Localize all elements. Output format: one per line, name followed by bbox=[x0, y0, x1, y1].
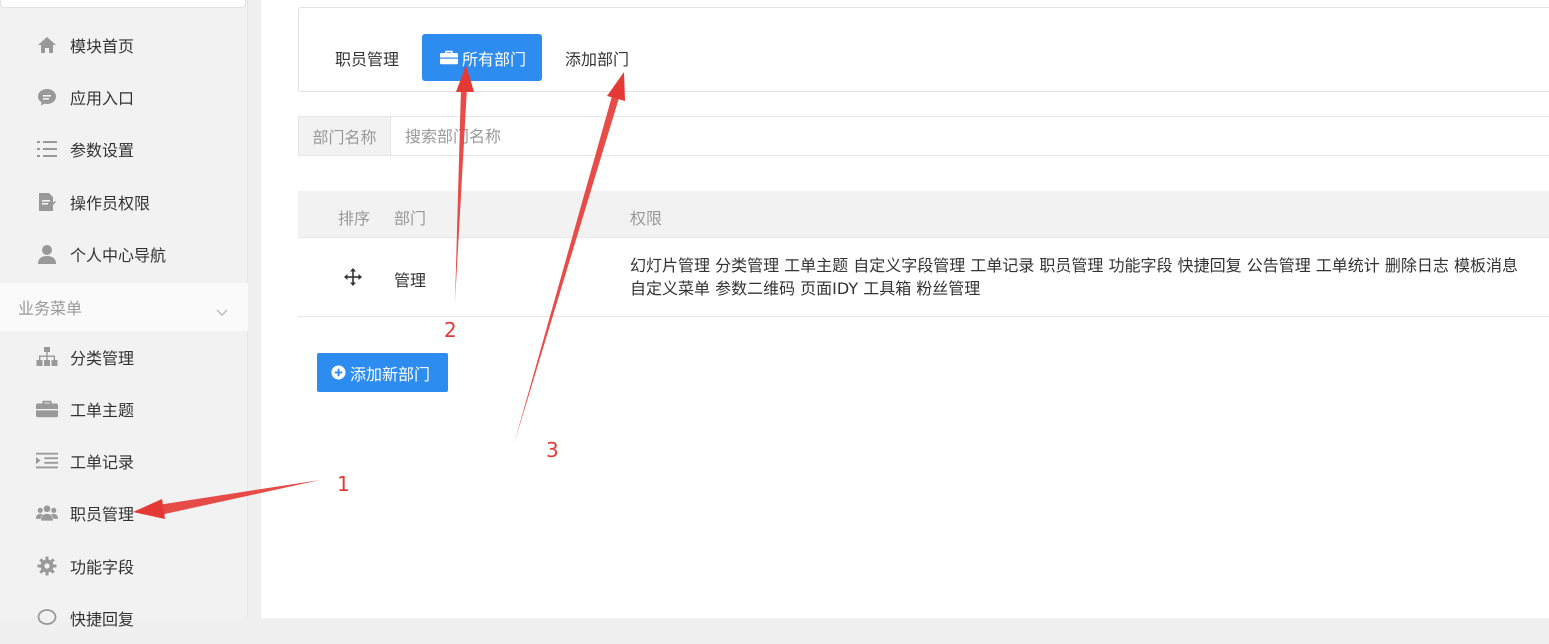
add-department-label: 添加新部门 bbox=[350, 364, 431, 384]
department-permissions: 幻灯片管理 分类管理 工单主题 自定义字段管理 工单记录 职员管理 功能字段 快… bbox=[630, 256, 1518, 298]
list-icon bbox=[36, 138, 58, 160]
sidebar-item-label: 职员管理 bbox=[70, 505, 135, 524]
sidebar-item-label: 工单记录 bbox=[70, 453, 135, 472]
document-edit-icon bbox=[36, 191, 58, 213]
sidebar-item-label: 快捷回复 bbox=[70, 610, 135, 629]
annotation-number-2: 2 bbox=[444, 318, 457, 342]
search-label: 部门名称 bbox=[299, 117, 391, 155]
sidebar-item-params[interactable]: 参数设置 bbox=[0, 123, 248, 175]
sidebar-group-business-menu[interactable]: 业务菜单 bbox=[0, 283, 248, 331]
chat-bubble-icon bbox=[36, 86, 58, 108]
sidebar-top-field[interactable] bbox=[0, 0, 246, 8]
tab-add-department[interactable]: 添加部门 bbox=[565, 34, 629, 81]
sidebar-item-label: 操作员权限 bbox=[70, 194, 151, 213]
sidebar: 模块首页 应用入口 参数设置 操作员权限 个人中心导航 业务菜单 分类管理 工单… bbox=[0, 0, 248, 629]
sidebar-item-label: 功能字段 bbox=[70, 558, 135, 577]
sidebar-item-ticket-topic[interactable]: 工单主题 bbox=[0, 383, 248, 435]
briefcase-icon bbox=[440, 50, 458, 65]
table-row: 管理 幻灯片管理 分类管理 工单主题 自定义字段管理 工单记录 职员管理 功能字… bbox=[298, 238, 1549, 317]
sidebar-item-label: 工单主题 bbox=[70, 401, 135, 420]
gear-icon bbox=[36, 555, 58, 577]
tab-label: 职员管理 bbox=[335, 49, 400, 69]
tab-bar: 职员管理 所有部门 添加部门 bbox=[298, 7, 1549, 92]
sidebar-item-category[interactable]: 分类管理 bbox=[0, 331, 248, 383]
department-name: 管理 bbox=[394, 271, 427, 290]
tab-all-departments[interactable]: 所有部门 bbox=[422, 34, 543, 81]
user-icon bbox=[36, 243, 58, 265]
column-header-permissions: 权限 bbox=[630, 209, 663, 228]
search-input[interactable] bbox=[405, 125, 1005, 147]
briefcase-icon bbox=[36, 398, 58, 420]
table-header: 排序 部门 权限 bbox=[298, 191, 1549, 238]
sidebar-item-module-home[interactable]: 模块首页 bbox=[0, 19, 248, 71]
sidebar-item-app-entry[interactable]: 应用入口 bbox=[0, 71, 248, 123]
chevron-down-icon bbox=[216, 302, 228, 316]
sidebar-item-quick-reply[interactable]: 快捷回复 bbox=[0, 592, 248, 644]
annotation-number-3: 3 bbox=[546, 438, 559, 462]
sidebar-item-label: 应用入口 bbox=[70, 89, 135, 108]
comment-icon bbox=[36, 607, 58, 629]
add-department-button[interactable]: 添加新部门 bbox=[317, 353, 448, 392]
sidebar-item-label: 模块首页 bbox=[70, 37, 135, 56]
annotation-number-1: 1 bbox=[337, 472, 350, 496]
search-bar: 部门名称 bbox=[298, 116, 1549, 156]
column-header-department: 部门 bbox=[394, 209, 427, 228]
tab-staff-management[interactable]: 职员管理 bbox=[335, 34, 399, 81]
sidebar-item-personal-nav[interactable]: 个人中心导航 bbox=[0, 228, 248, 280]
drag-handle-icon[interactable] bbox=[344, 268, 362, 290]
sidebar-group-label: 业务菜单 bbox=[18, 299, 83, 318]
sidebar-item-label: 分类管理 bbox=[70, 349, 135, 368]
sitemap-icon bbox=[36, 346, 58, 368]
tab-label: 所有部门 bbox=[462, 49, 527, 69]
sidebar-item-ticket-records[interactable]: 工单记录 bbox=[0, 435, 248, 487]
layout-gutter bbox=[249, 0, 261, 618]
sidebar-item-label: 参数设置 bbox=[70, 141, 135, 160]
sidebar-item-function-fields[interactable]: 功能字段 bbox=[0, 540, 248, 592]
tab-label: 添加部门 bbox=[565, 49, 630, 69]
sidebar-item-label: 个人中心导航 bbox=[70, 246, 167, 265]
sidebar-item-staff-management[interactable]: 职员管理 bbox=[0, 487, 248, 539]
users-icon bbox=[36, 502, 58, 524]
plus-circle-icon bbox=[331, 365, 346, 380]
home-icon bbox=[36, 34, 58, 56]
column-header-sort: 排序 bbox=[338, 209, 371, 228]
sidebar-item-operator-permissions[interactable]: 操作员权限 bbox=[0, 176, 248, 228]
indent-list-icon bbox=[36, 450, 58, 472]
